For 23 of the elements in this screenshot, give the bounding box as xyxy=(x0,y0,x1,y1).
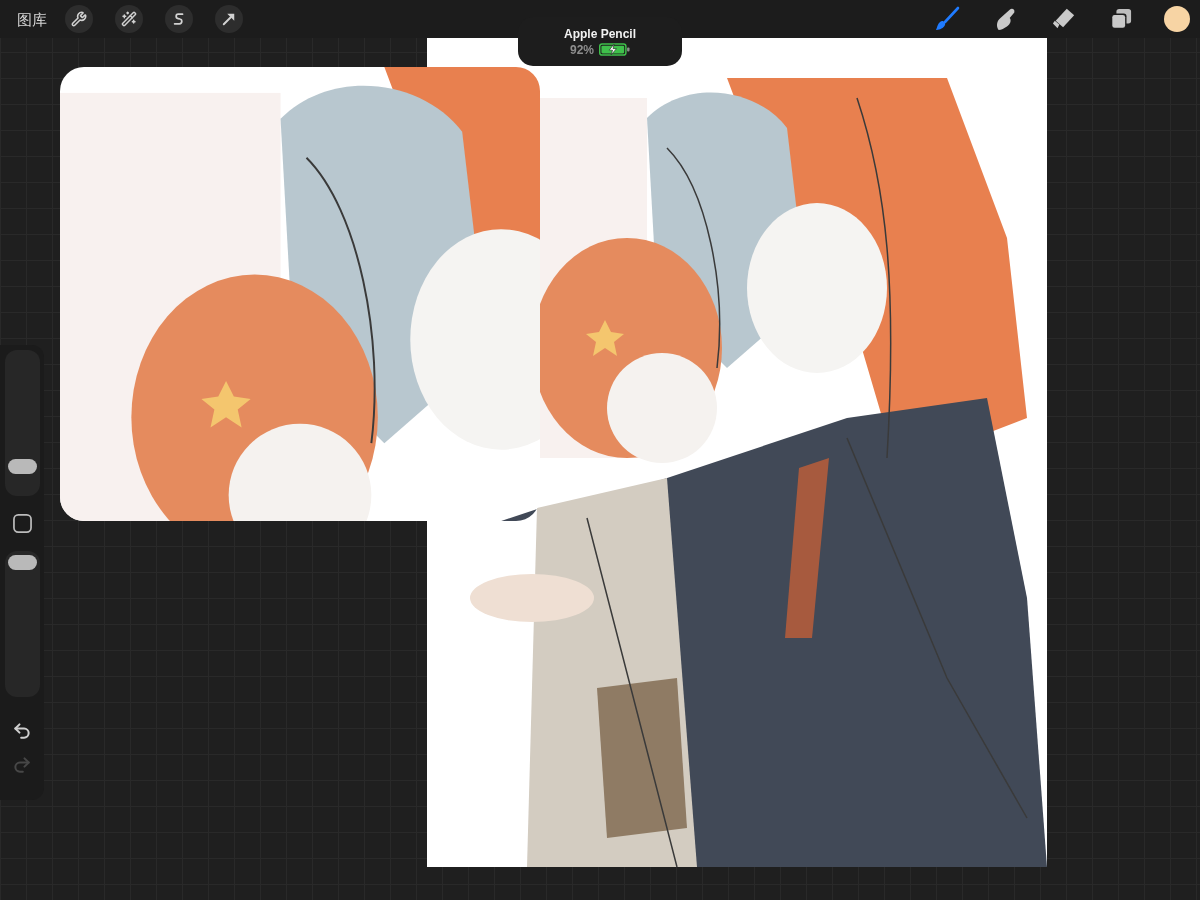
opacity-slider[interactable] xyxy=(4,551,40,697)
battery-percent: 92% xyxy=(570,42,594,57)
wrench-icon xyxy=(71,11,87,27)
adjustments-button[interactable] xyxy=(115,5,143,33)
selection-button[interactable] xyxy=(165,5,193,33)
selection-icon xyxy=(172,12,186,26)
redo-icon xyxy=(12,755,32,775)
actions-button[interactable] xyxy=(65,5,93,33)
brush-size-slider[interactable] xyxy=(4,350,40,496)
brush-icon xyxy=(934,6,960,32)
slider-thumb[interactable] xyxy=(7,459,37,475)
modify-button[interactable] xyxy=(10,512,34,535)
magic-wand-icon xyxy=(121,11,137,27)
undo-icon xyxy=(12,721,32,741)
slider-thumb[interactable] xyxy=(7,555,37,571)
arrow-icon xyxy=(222,12,236,26)
square-icon xyxy=(12,514,32,533)
gallery-button[interactable]: 图库 xyxy=(17,11,47,27)
transform-button[interactable] xyxy=(215,5,243,33)
color-swatch[interactable] xyxy=(1164,6,1190,32)
eraser-icon xyxy=(1052,7,1076,31)
pencil-name: Apple Pencil xyxy=(564,26,636,41)
layers-icon xyxy=(1110,8,1132,30)
